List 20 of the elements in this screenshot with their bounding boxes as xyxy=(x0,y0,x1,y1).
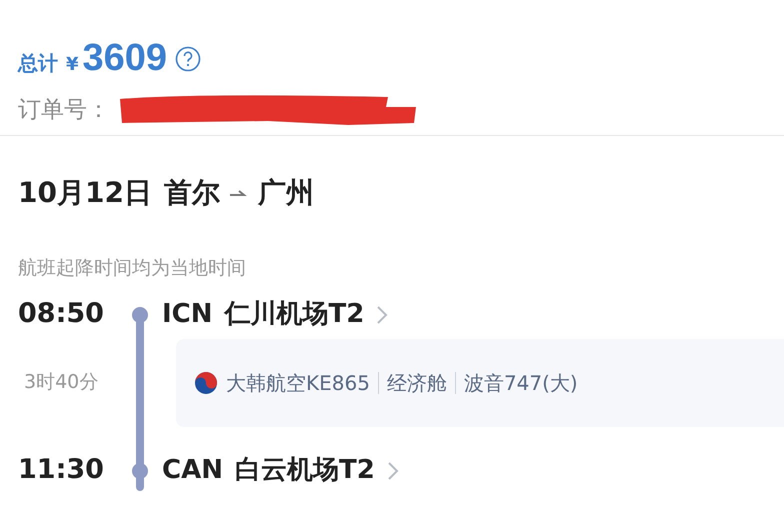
chevron-right-icon xyxy=(376,304,388,324)
local-time-note: 航班起降时间均为当地时间 xyxy=(17,256,247,281)
cabin-class: 经济舱 xyxy=(386,370,447,396)
total-amount: 3609 xyxy=(82,36,168,81)
currency-symbol: ¥ xyxy=(66,53,79,77)
total-label: 总计 xyxy=(18,50,58,77)
aircraft-type: 波音747(大) xyxy=(464,370,578,396)
airline-flight-number: 大韩航空KE865 xyxy=(226,370,370,396)
order-number-label: 订单号： xyxy=(18,96,110,125)
duration-text: 3时40分 xyxy=(23,370,100,396)
flight-date: 10月12日 xyxy=(18,175,152,211)
origin-city: 首尔 xyxy=(164,175,220,211)
airline-logo-icon xyxy=(194,370,218,394)
time-text: 08:50 xyxy=(17,297,105,332)
time-text: 11:30 xyxy=(17,453,105,488)
chevron-right-icon xyxy=(386,460,399,480)
help-icon[interactable] xyxy=(175,46,202,72)
airport-link[interactable]: ICN 仁川机场T2 xyxy=(162,295,388,334)
destination-city: 广州 xyxy=(258,175,314,211)
airport-link[interactable]: CAN 白云机场T2 xyxy=(162,451,399,490)
